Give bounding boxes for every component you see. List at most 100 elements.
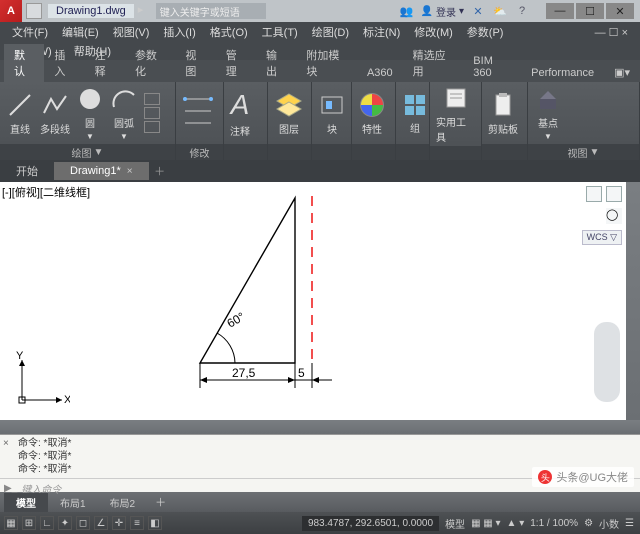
maximize-button[interactable]: ☐ — [576, 3, 604, 19]
tab-focus[interactable]: ▣▾ — [604, 63, 640, 82]
infocenter-icon[interactable]: 👥 — [399, 3, 415, 19]
tab-layout2[interactable]: 布局2 — [98, 493, 148, 512]
ribbon-tabs: 默认 插入 注释 参数化 视图 管理 输出 附加模块 A360 精选应用 BIM… — [0, 60, 640, 82]
utilities-button[interactable]: 实用工具 — [436, 84, 475, 144]
status-ortho-icon[interactable]: ∟ — [40, 516, 54, 530]
layers-button[interactable]: 图层 — [274, 91, 304, 136]
minimize-button[interactable]: — — [546, 3, 574, 19]
nav-bar[interactable] — [594, 322, 620, 402]
group-button[interactable]: 组 — [402, 92, 428, 135]
panel-modify-title[interactable]: 修改 — [176, 144, 223, 160]
sign-in-button[interactable]: 👤 登录 ▾ — [421, 4, 464, 19]
menu-dimension[interactable]: 标注(N) — [357, 22, 406, 42]
exchange-icon[interactable]: ✕ — [470, 3, 486, 19]
menu-view[interactable]: 视图(V) — [107, 22, 156, 42]
tab-a360[interactable]: A360 — [357, 64, 403, 82]
drawing-canvas[interactable]: [-][俯视][二维线框] ◯ WCS ▽ X Y 60° — [0, 182, 626, 420]
svg-text:27,5: 27,5 — [232, 366, 256, 380]
menu-parametric[interactable]: 参数(P) — [461, 22, 510, 42]
panel-draw-title[interactable]: 绘图 ▼ — [0, 144, 175, 160]
status-trans-icon[interactable]: ◧ — [148, 516, 162, 530]
command-close-icon[interactable]: × — [3, 437, 9, 450]
svg-text:Y: Y — [16, 350, 24, 362]
close-button[interactable]: ✕ — [606, 3, 634, 19]
menu-tools[interactable]: 工具(T) — [256, 22, 304, 42]
drawing-content: 60° 27,5 5 — [180, 188, 380, 403]
tab-insert[interactable]: 插入 — [44, 44, 84, 82]
arc-button[interactable]: 圆弧▼ — [110, 85, 138, 141]
tab-annotate[interactable]: 注释 — [85, 44, 125, 82]
properties-button[interactable]: 特性 — [358, 91, 386, 136]
svg-text:X: X — [64, 394, 70, 406]
svg-text:5: 5 — [298, 366, 305, 380]
status-osnap-icon[interactable]: ◻ — [76, 516, 90, 530]
status-track-icon[interactable]: ∠ — [94, 516, 108, 530]
tab-performance[interactable]: Performance — [521, 64, 604, 82]
menu-file[interactable]: 文件(F) — [6, 22, 54, 42]
wcs-badge[interactable]: WCS ▽ — [582, 230, 622, 245]
nav-home-icon[interactable] — [606, 186, 622, 202]
annotate-button[interactable]: A注释 — [230, 89, 250, 138]
scrollbar-vertical[interactable] — [626, 182, 640, 420]
tab-view[interactable]: 视图 — [175, 44, 215, 82]
base-button[interactable]: 基点▼ — [534, 85, 562, 141]
nav-compass-icon[interactable]: ◯ — [606, 208, 622, 224]
tab-model[interactable]: 模型 — [4, 493, 48, 512]
clipboard-button[interactable]: 剪贴板 — [488, 91, 518, 136]
tab-close-icon[interactable]: × — [127, 166, 133, 177]
a360-icon[interactable]: ⛅ — [492, 3, 508, 19]
scrollbar-horizontal[interactable] — [0, 420, 640, 434]
nav-cube-icon[interactable] — [586, 186, 602, 202]
status-polar-icon[interactable]: ✦ — [58, 516, 72, 530]
tab-default[interactable]: 默认 — [4, 44, 44, 82]
title-filename: Drawing1.dwg — [48, 4, 134, 18]
tab-parametric[interactable]: 参数化 — [125, 44, 175, 82]
title-bar: A Drawing1.dwg ▸ 键入关键字或短语 👥 👤 登录 ▾ ✕ ⛅ ?… — [0, 0, 640, 22]
draw-more[interactable] — [144, 93, 160, 133]
status-grid-icon[interactable]: ▦ — [4, 516, 18, 530]
tab-start[interactable]: 开始 — [0, 160, 54, 182]
tab-featured[interactable]: 精选应用 — [403, 44, 464, 82]
help-icon[interactable]: ? — [514, 3, 530, 19]
ucs-icon: X Y — [10, 350, 70, 410]
svg-text:60°: 60° — [225, 309, 248, 330]
status-space[interactable]: 模型 — [445, 516, 465, 531]
app-logo[interactable]: A — [0, 0, 22, 22]
modify-tools[interactable] — [182, 93, 214, 133]
qat-dropdown[interactable] — [26, 3, 42, 19]
block-button[interactable]: 块 — [318, 91, 346, 136]
tab-new-icon[interactable]: ＋ — [149, 160, 171, 182]
tab-add-layout[interactable]: ＋ — [147, 492, 174, 512]
nav-tools: ◯ WCS ▽ — [582, 186, 622, 245]
tab-output[interactable]: 输出 — [256, 44, 296, 82]
menu-insert[interactable]: 插入(I) — [157, 22, 201, 42]
status-snap-icon[interactable]: ⊞ — [22, 516, 36, 530]
status-decimals[interactable]: 小数 — [599, 516, 619, 531]
status-lwt-icon[interactable]: ≡ — [130, 516, 144, 530]
tab-addins[interactable]: 附加模块 — [296, 44, 357, 82]
tab-layout1[interactable]: 布局1 — [48, 493, 98, 512]
menu-edit[interactable]: 编辑(E) — [56, 22, 105, 42]
recent-arrow[interactable]: ▸ — [138, 3, 150, 19]
status-bar: ▦ ⊞ ∟ ✦ ◻ ∠ ✛ ≡ ◧ 983.4787, 292.6501, 0.… — [0, 512, 640, 534]
watermark-icon: 头 — [538, 470, 552, 484]
panel-view-title[interactable]: 视图 ▼ — [528, 144, 639, 160]
ribbon: 直线 多段线 圆▼ 圆弧▼ 绘图 ▼ 修改 A注释 图层 块 — [0, 82, 640, 160]
circle-button[interactable]: 圆▼ — [76, 85, 104, 141]
tab-bim360[interactable]: BIM 360 — [463, 52, 521, 82]
menu-bar: 文件(F) 编辑(E) 视图(V) 插入(I) 格式(O) 工具(T) 绘图(D… — [0, 22, 640, 42]
menu-collapse-icon[interactable]: — ☐ × — [589, 24, 634, 41]
viewport-label[interactable]: [-][俯视][二维线框] — [2, 184, 90, 200]
menu-draw[interactable]: 绘图(D) — [306, 22, 355, 42]
menu-format[interactable]: 格式(O) — [204, 22, 254, 42]
line-button[interactable]: 直线 — [6, 91, 34, 136]
status-dyn-icon[interactable]: ✛ — [112, 516, 126, 530]
search-input[interactable]: 键入关键字或短语 — [156, 3, 266, 19]
menu-modify[interactable]: 修改(M) — [408, 22, 459, 42]
drawing-area-wrap: [-][俯视][二维线框] ◯ WCS ▽ X Y 60° — [0, 182, 640, 420]
watermark: 头 头条@UG大佬 — [532, 467, 634, 487]
document-tabs: 开始 Drawing1*× ＋ — [0, 160, 640, 182]
tab-manage[interactable]: 管理 — [216, 44, 256, 82]
polyline-button[interactable]: 多段线 — [40, 91, 70, 136]
tab-drawing1[interactable]: Drawing1*× — [54, 162, 149, 180]
